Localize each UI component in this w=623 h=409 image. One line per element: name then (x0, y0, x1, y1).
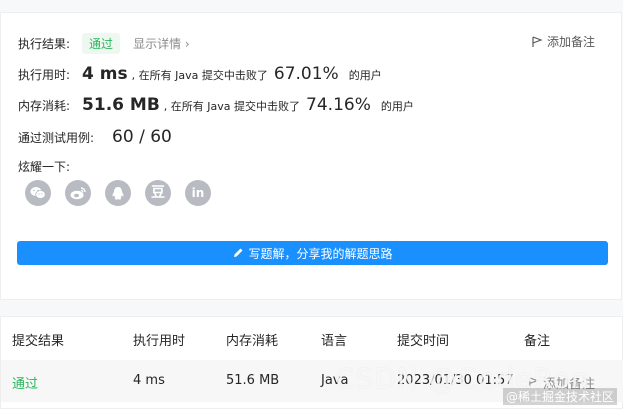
memory-value: 51.6 MB (82, 95, 160, 115)
share-icons: 豆 in (25, 180, 211, 206)
memory-percent: 74.16% (306, 95, 371, 115)
runtime-value: 4 ms (82, 64, 128, 84)
linkedin-glyph: in (191, 186, 205, 200)
header-language: 语言 (321, 334, 348, 349)
header-note: 备注 (524, 334, 551, 349)
add-note-label: 添加备注 (546, 35, 595, 49)
submission-result-card: 执行结果: 通过 显示详情 › 添加备注 执行用时: 4 ms , 在所有 Ja… (0, 12, 622, 300)
runtime-percent: 67.01% (273, 64, 339, 84)
row-runtime: 4 ms (133, 373, 165, 388)
row-note-label: 添加备注 (543, 377, 596, 392)
header-runtime: 执行用时 (133, 334, 186, 349)
share-label: 炫耀一下: (18, 160, 71, 174)
write-solution-label: 写题解，分享我的解题思路 (248, 246, 393, 261)
table-row: 通过 4 ms 51.6 MB Java 2023/01/30 01:57 添加… (1, 360, 623, 402)
memory-row: 内存消耗: 51.6 MB , 在所有 Java 提交中击败了 74.16% 的… (18, 95, 414, 115)
linkedin-icon[interactable]: in (185, 180, 211, 206)
header-time: 提交时间 (397, 334, 450, 349)
result-row: 执行结果: 通过 显示详情 › (18, 33, 190, 54)
wechat-icon[interactable] (25, 180, 51, 206)
flag-icon (532, 35, 543, 47)
row-result-link[interactable]: 通过 (12, 373, 38, 392)
header-memory: 内存消耗 (226, 334, 279, 349)
weibo-icon[interactable] (65, 180, 91, 206)
tests-label: 通过测试用例: (18, 131, 95, 145)
douban-glyph: 豆 (151, 185, 165, 201)
row-add-note-button[interactable]: 添加备注 (528, 373, 595, 392)
status-badge: 通过 (82, 33, 121, 54)
row-language: Java (321, 373, 349, 388)
share-row: 炫耀一下: (18, 158, 70, 175)
result-label: 执行结果: (18, 37, 71, 51)
row-memory: 51.6 MB (226, 373, 280, 388)
pencil-icon (234, 248, 243, 257)
add-note-button[interactable]: 添加备注 (531, 33, 595, 50)
memory-label: 内存消耗: (18, 99, 71, 113)
runtime-suffix: 的用户 (348, 69, 382, 82)
douban-icon[interactable]: 豆 (145, 180, 171, 206)
tests-row: 通过测试用例: 60 / 60 (18, 127, 172, 147)
tests-value: 60 / 60 (112, 127, 172, 147)
header-result: 提交结果 (12, 334, 65, 349)
qq-icon[interactable] (105, 180, 131, 206)
write-solution-button[interactable]: 写题解，分享我的解题思路 (17, 241, 608, 265)
runtime-row: 执行用时: 4 ms , 在所有 Java 提交中击败了 67.01% 的用户 (18, 64, 382, 84)
runtime-label: 执行用时: (18, 68, 71, 82)
show-details-link[interactable]: 显示详情 › (133, 35, 190, 52)
memory-suffix: 的用户 (380, 100, 414, 113)
memory-text: , 在所有 Java 提交中击败了 (163, 100, 301, 113)
flag-icon (529, 377, 539, 388)
submission-table: 提交结果 执行用时 内存消耗 语言 提交时间 备注 通过 4 ms 51.6 M… (0, 316, 623, 409)
row-time: 2023/01/30 01:57 (397, 373, 514, 388)
runtime-text: , 在所有 Java 提交中击败了 (131, 69, 268, 82)
